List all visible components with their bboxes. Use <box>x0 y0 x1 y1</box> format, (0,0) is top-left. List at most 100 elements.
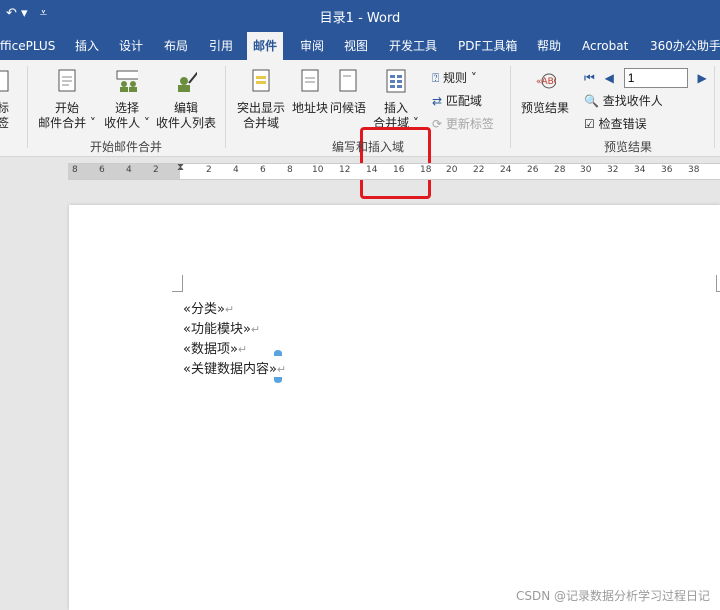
selection-handle-icon[interactable] <box>274 377 282 383</box>
highlight-fields-icon <box>252 69 270 92</box>
ruler-tick: 2 <box>153 165 159 175</box>
address-block-button[interactable]: 地址块 <box>290 68 330 116</box>
tab-mailings[interactable]: 邮件 <box>247 32 284 60</box>
ruler-tick: 2 <box>206 165 212 175</box>
previous-record-icon[interactable]: ◀ <box>605 71 614 85</box>
divider <box>510 66 511 148</box>
preview-results-button[interactable]: «ABC» 预览结果 <box>516 68 574 116</box>
divider <box>714 66 715 148</box>
ruler-tick: 24 <box>500 165 512 175</box>
divider <box>27 66 28 148</box>
tab-developer[interactable]: 开发工具 <box>389 32 437 60</box>
group-label-write-insert-fields: 编写和插入域 <box>332 140 405 154</box>
rules-icon: ⍰ <box>432 71 440 85</box>
ribbon-tabs: fficePLUS 插入 设计 布局 引用 邮件 审阅 视图 开发工具 PDF工… <box>0 32 720 60</box>
highlight-merge-fields-button[interactable]: 突出显示 合并域 <box>233 68 289 131</box>
ruler-tick: 4 <box>233 165 239 175</box>
greeting-line-icon <box>339 69 357 92</box>
tab-view[interactable]: 视图 <box>344 32 368 60</box>
check-errors-button[interactable]: ☑ 检查错误 <box>584 115 647 132</box>
ruler-tick: 8 <box>287 165 293 175</box>
record-number-input[interactable] <box>623 68 688 88</box>
insert-merge-field-button[interactable]: 插入 合并域 ˅ <box>368 68 424 131</box>
merge-field-line[interactable]: «功能模块»↵ <box>183 318 260 337</box>
address-block-icon <box>301 69 319 92</box>
ruler-tick: 28 <box>554 165 566 175</box>
next-record-icon[interactable]: ▶ <box>698 71 707 85</box>
rules-button[interactable]: ⍰ 规则 ˅ <box>432 69 477 86</box>
ruler-tick: 38 <box>688 165 700 175</box>
ruler-tick: 12 <box>339 165 351 175</box>
ribbon: 标 签 开始 邮件合并 ˅ 选择 收件人 ˅ 编辑 收件人列表 开始邮件合并 突… <box>0 60 720 199</box>
merge-field-line[interactable]: «关键数据内容»↵ <box>183 358 286 377</box>
tab-pdf-tools[interactable]: PDF工具箱 <box>458 32 517 60</box>
tab-layout[interactable]: 布局 <box>164 32 188 60</box>
ruler-tick: 20 <box>446 165 458 175</box>
chevron-down-icon: ˅ <box>89 116 96 130</box>
merge-field-line[interactable]: «分类»↵ <box>183 298 234 317</box>
record-navigation: ⏮ ◀ ▶ <box>584 68 707 88</box>
ruler-tick: 6 <box>260 165 266 175</box>
group-label-start-mail-merge: 开始邮件合并 <box>90 140 163 154</box>
first-record-icon[interactable]: ⏮ <box>584 71 595 85</box>
paragraph-mark: ↵ <box>224 303 235 316</box>
tab-review[interactable]: 审阅 <box>300 32 324 60</box>
update-labels-button[interactable]: ⟳ 更新标签 <box>432 115 494 132</box>
labels-button[interactable]: 标 签 <box>0 68 10 131</box>
divider <box>225 66 226 148</box>
horizontal-ruler[interactable]: 8 6 4 2 ⧗ 2 4 6 8 10 12 14 16 18 20 22 2… <box>68 162 720 180</box>
check-errors-icon: ☑ <box>584 117 595 131</box>
ruler-tick: 30 <box>580 165 592 175</box>
paragraph-mark: ↵ <box>250 323 261 336</box>
greeting-line-button[interactable]: 问候语 <box>330 68 366 116</box>
indent-marker-icon[interactable]: ⧗ <box>177 162 184 173</box>
ruler-tick: 34 <box>634 165 646 175</box>
group-label-preview-results: 预览结果 <box>604 140 653 154</box>
paragraph-mark: ↵ <box>276 363 287 376</box>
tab-acrobat[interactable]: Acrobat <box>582 32 628 60</box>
tab-design[interactable]: 设计 <box>119 32 143 60</box>
title-bar: ↶ ▾ ⩡ 目录1 - Word <box>0 0 720 32</box>
ruler-tick: 16 <box>393 165 405 175</box>
watermark: CSDN @记录数据分析学习过程日记 <box>515 589 710 603</box>
edit-recipients-icon <box>178 71 199 92</box>
paragraph-mark: ↵ <box>237 343 248 356</box>
ruler-tick: 36 <box>661 165 673 175</box>
ruler-tick: 14 <box>366 165 378 175</box>
ruler-left-margin <box>68 164 180 179</box>
ruler-tick: 22 <box>473 165 485 175</box>
ruler-tick: 6 <box>99 165 105 175</box>
chevron-down-icon: ˅ <box>143 116 150 130</box>
labels-icon <box>0 70 9 92</box>
edit-recipient-list-button[interactable]: 编辑 收件人列表 <box>155 68 217 131</box>
ruler-tick: 8 <box>72 165 78 175</box>
document-merge-icon <box>58 69 76 92</box>
document-page[interactable] <box>69 205 720 610</box>
tab-insert[interactable]: 插入 <box>75 32 99 60</box>
preview-results-icon: «ABC» <box>536 73 565 89</box>
chevron-down-icon: ˅ <box>470 71 477 85</box>
window-title: 目录1 - Word <box>319 11 401 26</box>
selection-handle-icon[interactable] <box>274 350 282 356</box>
tab-references[interactable]: 引用 <box>209 32 233 60</box>
start-mail-merge-button[interactable]: 开始 邮件合并 ˅ <box>35 68 99 131</box>
refresh-icon: ⟳ <box>432 117 443 131</box>
find-recipient-button[interactable]: 🔍 查找收件人 <box>584 92 663 109</box>
insert-merge-field-icon <box>386 69 406 93</box>
tab-360-assistant[interactable]: 360办公助手 <box>650 32 720 60</box>
tab-help[interactable]: 帮助 <box>537 32 561 60</box>
svg-text:«ABC»: «ABC» <box>536 77 556 87</box>
select-recipients-button[interactable]: 选择 收件人 ˅ <box>102 68 152 131</box>
merge-field-line[interactable]: «数据项»↵ <box>183 338 247 357</box>
match-fields-button[interactable]: ⇄ 匹配域 <box>432 92 482 109</box>
ruler-tick: 26 <box>527 165 539 175</box>
ruler-tick: 18 <box>420 165 432 175</box>
margin-corner-mark <box>172 275 183 292</box>
match-fields-icon: ⇄ <box>432 94 443 108</box>
tab-officeplus[interactable]: fficePLUS <box>0 32 55 60</box>
ruler-tick: 4 <box>126 165 132 175</box>
recipients-icon <box>116 70 140 92</box>
margin-corner-mark <box>716 275 720 292</box>
ruler-tick: 32 <box>607 165 619 175</box>
search-icon: 🔍 <box>584 94 599 108</box>
